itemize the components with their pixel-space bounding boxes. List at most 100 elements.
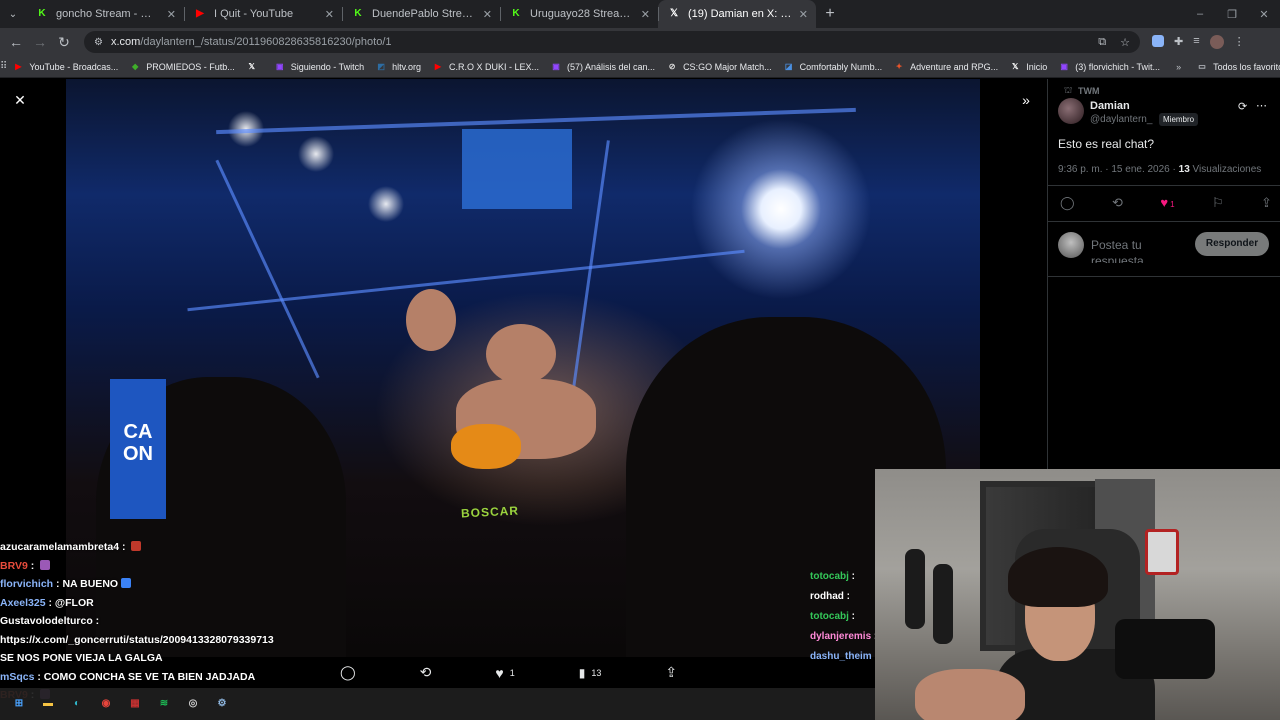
reply-input[interactable]: Postea tu respuesta — [1091, 237, 1187, 263]
chat-username[interactable]: Axeel325 — [0, 597, 46, 609]
reply-button[interactable]: ◯ — [340, 664, 356, 681]
file-explorer-icon[interactable]: ▬ — [39, 695, 57, 713]
webcam-overlay — [875, 469, 1280, 720]
tab-close-icon[interactable]: ✕ — [167, 8, 176, 21]
chat-username[interactable]: mSqcs — [0, 671, 34, 683]
chat-username[interactable]: BRV9 — [0, 560, 28, 572]
steam-icon[interactable]: ⚙ — [213, 695, 231, 713]
kick-icon: K — [354, 8, 362, 19]
chat-username[interactable]: florvichich — [0, 578, 53, 590]
bookmark-item[interactable]: 𝕏 Inicio — [1004, 62, 1053, 72]
forward-button[interactable]: → — [28, 34, 52, 50]
bookmark-label: C.R.O X DUKI - LEX... — [448, 61, 540, 72]
spotify-icon[interactable]: ≋ — [155, 695, 173, 713]
install-app-icon[interactable]: ⧉ — [1098, 36, 1106, 49]
promiedos-icon: ◆ — [132, 61, 139, 71]
chat-username[interactable]: dylanjeremis — [810, 631, 871, 642]
bookmark-star-icon[interactable]: ☆ — [1120, 36, 1130, 49]
browser-tab[interactable]: Kgoncho Stream - Watch Live on ✕ — [26, 0, 184, 28]
rpg-icon: ✦ — [895, 61, 903, 71]
like-button[interactable]: ♥ 1 — [495, 665, 514, 681]
browser-tab[interactable]: K DuendePablo Stream - Watch L ✕ — [342, 0, 500, 28]
new-tab-button[interactable]: + — [816, 5, 844, 23]
extensions-puzzle-icon[interactable]: ✚ — [1174, 35, 1183, 49]
tab-close-icon[interactable]: ✕ — [325, 8, 334, 21]
apps-icon[interactable]: ⠿ — [0, 61, 7, 72]
tweet-time[interactable]: 9:36 p. m. · 15 ene. 2026 · — [1058, 164, 1179, 175]
browser-tab[interactable]: 𝕏 (19) Damian en X: "Esto es real ✕ — [658, 0, 816, 28]
obs-icon[interactable]: ◎ — [184, 695, 202, 713]
user-avatar — [1058, 232, 1084, 258]
share-button[interactable]: ⇪ — [665, 664, 677, 681]
bookmark-item[interactable]: ▣ Siguiendo - Twitch — [269, 62, 370, 72]
bookmark-item[interactable]: ▶ YouTube - Broadcas... — [7, 62, 124, 72]
all-bookmarks-label: Todos los favoritos — [1213, 61, 1280, 72]
address-bar[interactable]: ⚙ x.com/daylantern_/status/2011960828635… — [84, 31, 1140, 53]
x-icon: 𝕏 — [669, 8, 679, 19]
minimize-button[interactable]: – — [1184, 8, 1216, 21]
chat-text: NA BUENO — [62, 578, 119, 590]
site-info-icon[interactable]: ⚙ — [94, 37, 103, 48]
url-path: /daylantern_/status/2011960828635816230/… — [140, 36, 392, 48]
bookmark-item[interactable]: ✦ Adventure and RPG... — [888, 62, 1004, 72]
tab-title: Uruguayo28 Stream - Watch Li — [530, 8, 635, 20]
bookmark-item[interactable]: ⊘ CS:GO Major Match... — [661, 62, 778, 72]
close-window-button[interactable]: ✕ — [1248, 8, 1280, 21]
youtube-icon: ▶ — [196, 8, 204, 19]
panel-reply-icon[interactable]: ◯ — [1060, 195, 1075, 211]
chrome-icon[interactable]: ◉ — [97, 695, 115, 713]
author-handle[interactable]: @daylantern_ — [1090, 114, 1152, 125]
back-button[interactable]: ← — [4, 34, 28, 50]
bookmark-label: Comfortably Numb... — [799, 61, 883, 72]
chat-username[interactable]: totocabj — [810, 571, 849, 582]
browser-tab[interactable]: K Uruguayo28 Stream - Watch Li ✕ — [500, 0, 658, 28]
profile-avatar[interactable] — [1209, 35, 1224, 49]
tab-close-icon[interactable]: ✕ — [799, 8, 808, 21]
chat-username[interactable]: Gustavolodelturco — [0, 615, 93, 627]
bookmark-item[interactable]: ◪ Comfortably Numb... — [778, 62, 889, 72]
community-label[interactable]: TWM — [1078, 86, 1100, 96]
close-viewer-icon[interactable]: ✕ — [8, 88, 32, 112]
grok-icon[interactable]: ⟳ — [1238, 100, 1247, 113]
retweet-button[interactable]: ⟲ — [420, 664, 432, 681]
x-icon: 𝕏 — [1011, 61, 1019, 71]
reply-submit-button[interactable]: Responder — [1195, 232, 1269, 256]
panel-bookmark-icon[interactable]: ⚐ — [1212, 195, 1224, 211]
views-button[interactable]: ▮ 13 — [579, 666, 602, 680]
more-bookmarks-icon[interactable]: » — [1166, 62, 1191, 72]
bookmark-item[interactable]: ▣ (3) florvichich - Twit... — [1053, 62, 1166, 72]
author-avatar[interactable] — [1058, 98, 1084, 124]
tab-title: (19) Damian en X: "Esto es real — [688, 8, 793, 20]
chrome-menu-icon[interactable]: ⋮ — [1234, 35, 1245, 49]
start-icon[interactable]: ⊞ — [10, 695, 28, 713]
chat-username[interactable]: azucaramelamambreta4 — [0, 541, 119, 553]
reload-button[interactable]: ↻ — [52, 34, 76, 51]
more-options-icon[interactable]: ⋯ — [1256, 99, 1267, 112]
panel-like-button[interactable]: ♥ 1 — [1160, 195, 1174, 211]
bookmark-item[interactable]: ▣ (57) Análisis del can... — [545, 62, 661, 72]
chat-message: dashu_theim : — [810, 647, 875, 667]
collapse-panel-icon[interactable]: » — [1014, 88, 1038, 112]
edge-icon[interactable]: ◐ — [68, 695, 86, 713]
chat-username[interactable]: dashu_theim — [810, 651, 872, 662]
chat-username[interactable]: totocabj — [810, 611, 849, 622]
bookmark-item[interactable]: ◩ hltv.org — [370, 62, 427, 72]
chat-username[interactable]: rodhad — [810, 591, 844, 602]
tab-close-icon[interactable]: ✕ — [641, 8, 650, 21]
bookmark-item[interactable]: ◆ PROMIEDOS - Futb... — [124, 62, 241, 72]
all-bookmarks[interactable]: ▭ Todos los favoritos — [1191, 62, 1280, 72]
media-control-icon[interactable]: ≡ — [1193, 35, 1199, 49]
tab-search-button[interactable]: ⌄ — [0, 0, 26, 28]
chat-message: dylanjeremis : — [810, 627, 875, 647]
panel-retweet-icon[interactable]: ⟲ — [1112, 195, 1123, 211]
extension-icon[interactable] — [1152, 35, 1164, 47]
restore-button[interactable]: ❐ — [1216, 8, 1248, 21]
obs-app-icon[interactable]: ▦ — [126, 695, 144, 713]
browser-tab[interactable]: ▶ I Quit - YouTube ✕ — [184, 0, 342, 28]
bookmark-item[interactable]: 𝕏 — [241, 62, 269, 72]
author-name[interactable]: Damian — [1090, 100, 1130, 112]
chat-message: SE NOS PONE VIEJA LA GALGA — [0, 649, 300, 668]
bookmark-item[interactable]: ▶ C.R.O X DUKI - LEX... — [427, 62, 545, 72]
tab-close-icon[interactable]: ✕ — [483, 8, 492, 21]
panel-share-icon[interactable]: ⇪ — [1261, 195, 1272, 211]
